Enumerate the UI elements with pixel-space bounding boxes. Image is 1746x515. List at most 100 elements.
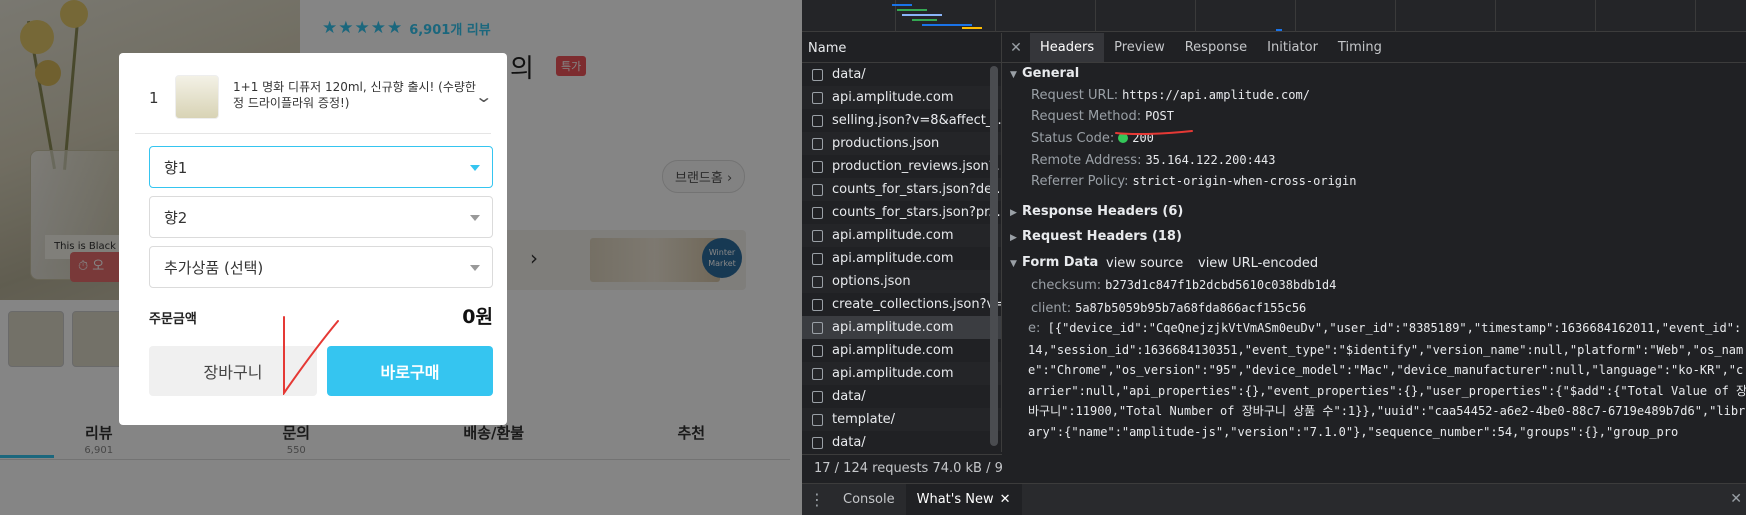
document-icon [812,321,823,334]
view-url-encoded-link[interactable]: view URL-encoded [1198,256,1318,271]
request-name: counts_for_stars.json?pr... [832,205,1001,220]
general-row: Remote Address: 35.164.122.200:443 [1031,153,1276,168]
divider [135,133,491,134]
form-data-toggle[interactable]: ▼ Form Data [1010,255,1098,270]
chevron-down-icon[interactable]: ⌄ [474,87,493,106]
request-row[interactable]: api.amplitude.com [802,339,1001,362]
document-icon [812,413,823,426]
tab-response[interactable]: Response [1175,33,1257,62]
general-section-toggle[interactable]: ▼ General [1010,66,1079,81]
request-name: api.amplitude.com [832,251,954,266]
general-row: Request Method: POST [1031,109,1174,124]
request-name: api.amplitude.com [832,366,954,381]
request-summary: 17 / 124 requests 74.0 kB / 9 [802,454,1002,482]
devtools-drawer: ⋮ Console What's New ✕ ✕ [802,483,1746,515]
request-name: api.amplitude.com [832,320,954,335]
document-icon [812,390,823,403]
request-row[interactable]: template/ [802,408,1001,431]
network-timeline[interactable] [802,0,1746,32]
detail-tabs: ✕ Headers Preview Response Initiator Timing [1002,33,1746,63]
request-row[interactable]: counts_for_stars.json?de... [802,178,1001,201]
request-row[interactable]: api.amplitude.com [802,86,1001,109]
request-name: selling.json?v=8&affect_t... [832,113,1001,128]
red-checkmark-annotation [283,316,339,395]
drawer-tab[interactable]: What's New ✕ [905,484,1022,515]
headers-panel: ▼ General Request URL: https://api.amplitu… [1002,63,1746,481]
request-row[interactable]: api.amplitude.com [802,362,1001,385]
document-icon [812,137,823,150]
close-drawer-icon[interactable]: ✕ [1730,491,1742,507]
document-icon [812,344,823,357]
document-icon [812,91,823,104]
form-field-e: e: [{"device_id":"CqeQnejzjkVtVmASm0euDv… [1028,321,1746,439]
request-name: create_collections.json?v=... [832,297,1001,312]
caret-down-icon [470,215,480,221]
request-name: productions.json [832,136,940,151]
document-icon [812,367,823,380]
document-icon [812,275,823,288]
selected-option-row[interactable]: 1 1+1 명화 디퓨저 120ml, 신규향 출시! (수량한정 드라이플라워… [119,73,507,133]
request-row[interactable]: api.amplitude.com [802,316,1001,339]
document-icon [812,183,823,196]
request-row[interactable]: data/ [802,385,1001,408]
document-icon [812,436,823,449]
request-name: data/ [832,389,866,404]
request-name: counts_for_stars.json?de... [832,182,1001,197]
request-headers-toggle[interactable]: ▶ Request Headers (18) [1010,229,1182,244]
tab-headers[interactable]: Headers [1030,33,1105,62]
request-name: data/ [832,67,866,82]
document-icon [812,298,823,311]
caret-down-icon [470,165,480,171]
form-field-checksum: checksum: b273d1c847f1b2dcbd5610c038bdb1d… [1031,278,1337,293]
request-row[interactable]: data/ [802,63,1001,86]
request-row[interactable]: productions.json [802,132,1001,155]
request-name: api.amplitude.com [832,228,954,243]
request-row[interactable]: production_reviews.json?... [802,155,1001,178]
option-index: 1 [149,89,159,107]
request-row[interactable]: options.json [802,270,1001,293]
request-row[interactable]: selling.json?v=8&affect_t... [802,109,1001,132]
view-source-link[interactable]: view source [1106,256,1183,271]
addon-select[interactable]: 추가상품 (선택) [149,246,493,288]
request-name: data/ [832,435,866,450]
document-icon [812,114,823,127]
name-column-header[interactable]: Name [802,33,1002,63]
request-row[interactable]: data/ [802,431,1001,452]
tab-preview[interactable]: Preview [1104,33,1175,62]
request-name: api.amplitude.com [832,90,954,105]
form-field-client: client: 5a87b5059b95b7a68fda866acf155c56 [1031,301,1307,316]
request-name: template/ [832,412,896,427]
close-tab-icon[interactable]: ✕ [1000,492,1011,507]
document-icon [812,252,823,265]
document-icon [812,206,823,219]
close-icon[interactable]: ✕ [1002,33,1030,62]
drawer-tab[interactable]: Console [832,484,906,515]
scent-1-select[interactable]: 향1 [149,146,493,188]
tab-initiator[interactable]: Initiator [1257,33,1328,62]
request-row[interactable]: counts_for_stars.json?pr... [802,201,1001,224]
general-row: Request URL: https://api.amplitude.com/ [1031,88,1310,103]
document-icon [812,68,823,81]
red-underline-annotation [1115,130,1193,136]
document-icon [812,160,823,173]
request-row[interactable]: create_collections.json?v=... [802,293,1001,316]
order-total-value: 0원 [462,306,493,328]
request-row[interactable]: api.amplitude.com [802,224,1001,247]
request-list: data/api.amplitude.com selling.json?v=8&a… [802,63,1002,452]
devtools-panel: Name data/api.amplitude.com selling.json?… [802,0,1746,515]
request-name: api.amplitude.com [832,343,954,358]
order-total-label: 주문금액 [149,312,197,327]
request-name: production_reviews.json?... [832,159,1001,174]
more-menu-icon[interactable]: ⋮ [802,490,832,509]
request-list-scrollbar[interactable] [990,66,998,446]
tab-timing[interactable]: Timing [1328,33,1392,62]
scent-2-select[interactable]: 향2 [149,196,493,238]
option-title: 1+1 명화 디퓨저 120ml, 신규향 출시! (수량한정 드라이플라워 증… [233,80,476,110]
caret-down-icon [470,265,480,271]
buy-now-button[interactable]: 바로구매 [327,346,493,396]
document-icon [812,229,823,242]
request-row[interactable]: api.amplitude.com [802,247,1001,270]
request-name: options.json [832,274,911,289]
response-headers-toggle[interactable]: ▶ Response Headers (6) [1010,204,1183,219]
payload-value: [{"device_id":"CqeQnejzjkVtVmASm0euDv","… [1028,321,1746,439]
